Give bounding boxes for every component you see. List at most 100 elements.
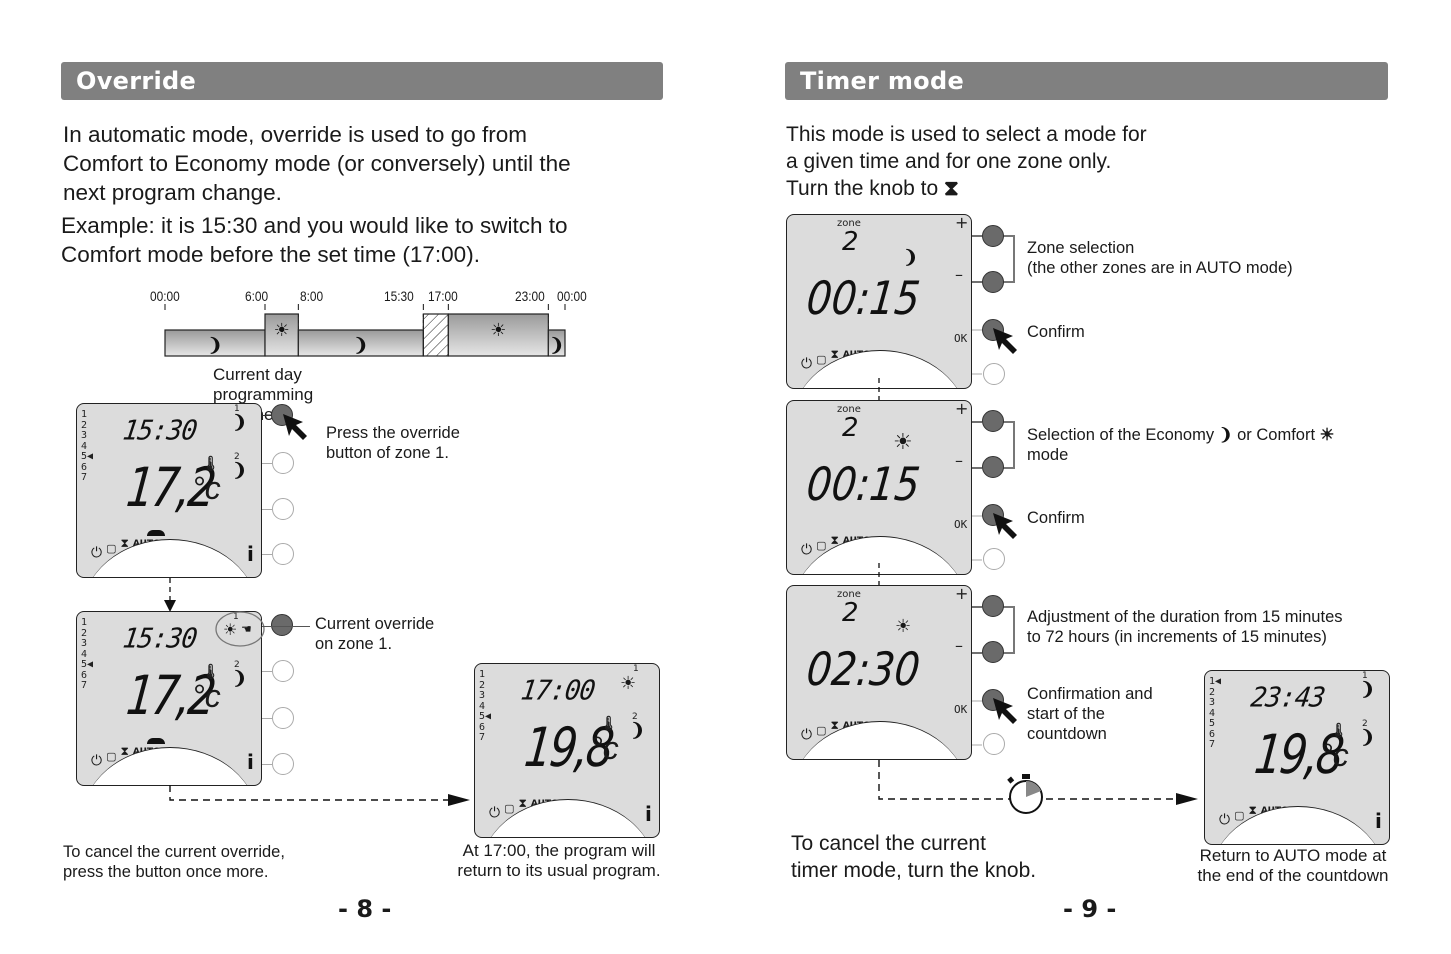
note-line: At 17:00, the program will xyxy=(462,841,656,860)
minus-label: – xyxy=(955,265,963,284)
zone2-override-button[interactable] xyxy=(272,660,294,682)
confirm-note: Confirm xyxy=(1027,323,1085,341)
press-cursor-icon xyxy=(993,328,1017,354)
holiday-suitcase-icon: ▢ xyxy=(816,354,827,366)
button-connector xyxy=(262,718,272,719)
note-line: on zone 1. xyxy=(315,635,393,653)
note-line: start of the xyxy=(1027,705,1105,723)
economy-moon-icon: ❩ xyxy=(1218,426,1233,444)
economy-moon-icon: ❩ xyxy=(630,720,646,740)
zone1-override-button-active[interactable] xyxy=(271,614,293,636)
timer-duration: 00:15 xyxy=(804,271,923,325)
zone-number: 2 xyxy=(842,598,859,628)
note-line: button of zone 1. xyxy=(326,444,449,462)
info-button[interactable] xyxy=(272,753,294,775)
press-cursor-icon xyxy=(993,513,1017,539)
power-icon: ⏻ xyxy=(801,355,813,371)
knob-position-indicator xyxy=(147,530,165,536)
note-line: Selection of the Economy ❩ or Comfort ☀ xyxy=(1027,425,1334,445)
knob-position-indicator xyxy=(147,738,165,744)
side-button-4[interactable] xyxy=(983,733,1005,755)
minus-label: – xyxy=(955,636,963,655)
press-cursor-icon xyxy=(993,698,1017,724)
thermostat-display-step1: 12345◀67 15:30 1 ❩ 2 ❩ 17,2 🌡 °c ⏻ ▢ ⧗ A… xyxy=(76,403,262,578)
confirm-note: Confirm xyxy=(1027,509,1085,527)
power-icon: ⏻ xyxy=(801,726,813,742)
step2-note: Current override on zone 1. xyxy=(315,614,434,654)
note-line: (the other zones are in AUTO mode) xyxy=(1027,259,1293,277)
minus-label: – xyxy=(955,451,963,470)
timeline-tick-label: 8:00 xyxy=(300,288,324,304)
flow-arrow-right xyxy=(169,785,470,806)
economy-moon-icon: ❩ xyxy=(903,247,919,267)
comfort-sun-icon: ☀ xyxy=(490,320,506,340)
zone-number-blinking: 2 xyxy=(842,227,859,257)
plus-label: + xyxy=(955,214,969,232)
note-line: Press the override xyxy=(326,424,460,442)
intro-text: Turn the knob to xyxy=(786,177,939,200)
zone-number: 2 xyxy=(842,413,859,443)
holiday-suitcase-icon: ▢ xyxy=(816,540,827,552)
economy-moon-icon: ❩ xyxy=(232,668,248,688)
side-button-4[interactable] xyxy=(983,548,1005,570)
day-indicator: 1 2 3 4 5◀ 6 7 xyxy=(81,617,94,691)
zone2-override-button[interactable] xyxy=(272,452,294,474)
mode-selection-note: Selection of the Economy ❩ or Comfort ☀ … xyxy=(1027,425,1334,465)
timer-display-step3: zone 2 ☀ 02:30 + – OK ⏻ ▢ ⧗ AUTO ☚ ◷ PRO… xyxy=(786,585,972,760)
confirm-start-note: Confirmation and start of the countdown xyxy=(1027,684,1153,744)
timeline-tick-label: 23:00 xyxy=(515,288,545,304)
side-button-3[interactable] xyxy=(272,707,294,729)
holiday-suitcase-icon: ▢ xyxy=(106,751,117,763)
power-icon: ⏻ xyxy=(91,544,103,560)
button-connector xyxy=(262,671,272,672)
info-icon: i xyxy=(247,542,254,566)
clock-time: 15:30 xyxy=(120,415,199,447)
clock-time: 17:00 xyxy=(518,675,597,707)
note-line: To cancel the current override, xyxy=(63,843,285,861)
ok-label: OK xyxy=(954,518,968,531)
note-line: countdown xyxy=(1027,725,1107,743)
minus-button[interactable] xyxy=(982,641,1004,663)
info-button[interactable] xyxy=(272,543,294,565)
side-button-4[interactable] xyxy=(983,363,1005,385)
plus-button[interactable] xyxy=(982,410,1004,432)
side-button-3[interactable] xyxy=(272,498,294,520)
note-line: To cancel the current xyxy=(791,832,986,855)
clock-time: 23:43 xyxy=(1248,682,1327,714)
holiday-suitcase-icon: ▢ xyxy=(1234,810,1245,822)
economy-moon-icon: ❩ xyxy=(232,460,248,480)
step1-note: Press the override button of zone 1. xyxy=(326,423,460,463)
plus-button[interactable] xyxy=(982,595,1004,617)
power-icon: ⏻ xyxy=(91,752,103,768)
temperature-unit: °c xyxy=(590,730,619,766)
section-header-timer-mode: Timer mode xyxy=(785,62,1388,100)
economy-moon-icon: ❩ xyxy=(353,335,368,355)
thermostat-display-result: 12345◀67 17:00 1 ☀ 2 ❩ 19,8 🌡 °c ⏻ ▢ ⧗ A… xyxy=(474,663,660,838)
note-text: or Comfort xyxy=(1237,426,1316,444)
zone-selection-note: Zone selection (the other zones are in A… xyxy=(1027,238,1293,278)
minus-button[interactable] xyxy=(982,456,1004,478)
section-title: Timer mode xyxy=(800,67,965,95)
button-connector xyxy=(262,554,272,555)
timeline-segment-override xyxy=(422,313,449,357)
day-indicator: 1◀ 2 3 4 5 6 7 xyxy=(1209,676,1222,750)
note-line: press the button once more. xyxy=(63,863,269,881)
timeline-tick-label: 00:00 xyxy=(557,288,587,304)
plus-label: + xyxy=(955,585,969,603)
power-icon: ⏻ xyxy=(489,804,501,820)
holiday-suitcase-icon: ▢ xyxy=(504,803,515,815)
ok-label: OK xyxy=(954,703,968,716)
minus-button[interactable] xyxy=(982,271,1004,293)
holiday-suitcase-icon: ▢ xyxy=(816,725,827,737)
return-auto-note: Return to AUTO mode at the end of the co… xyxy=(1190,846,1396,886)
note-line: return to its usual program. xyxy=(457,861,661,880)
note-line: Zone selection xyxy=(1027,239,1135,257)
info-icon: i xyxy=(1375,809,1382,833)
day-indicator: 1 2 3 4 5◀ 6 7 xyxy=(81,409,94,483)
return-program-note: At 17:00, the program will return to its… xyxy=(446,841,672,881)
stopwatch-icon xyxy=(1007,774,1043,814)
note-line: Confirmation and xyxy=(1027,685,1153,703)
intro-line: a given time and for one zone only. xyxy=(786,150,1112,173)
plus-button[interactable] xyxy=(982,225,1004,247)
timeline-tick-label: 00:00 xyxy=(150,288,180,304)
